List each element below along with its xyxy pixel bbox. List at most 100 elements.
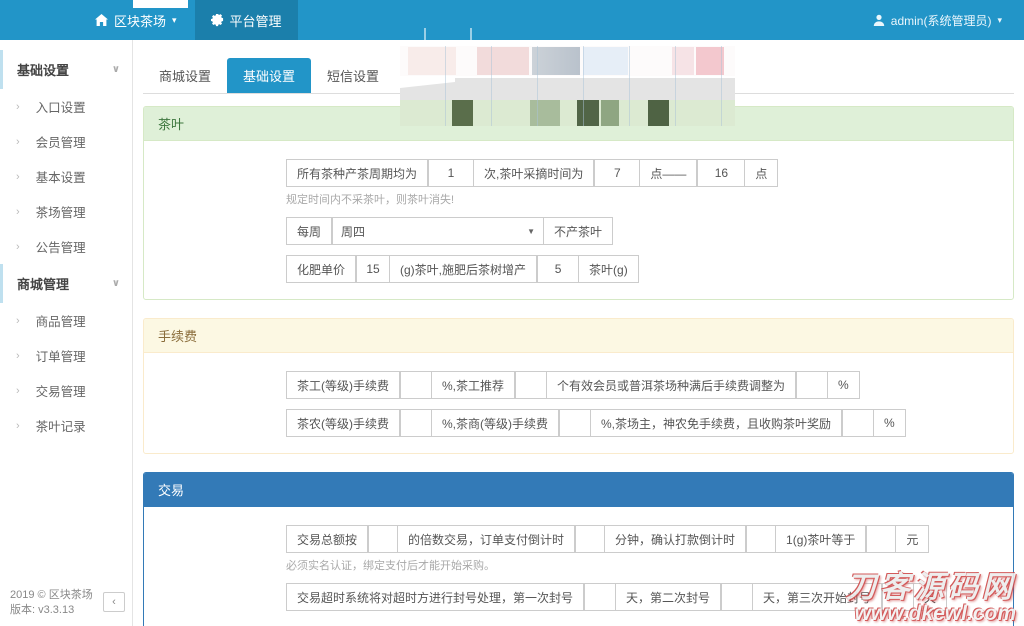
sidebar-item-order-management[interactable]: › 订单管理	[0, 338, 132, 373]
chevron-down-icon: ∨	[111, 278, 120, 289]
nav-item-platform[interactable]: 平台管理	[194, 0, 298, 40]
chevron-right-icon: ›	[16, 384, 20, 397]
owner-reward-label: %,茶场主，神农免手续费，且收购茶叶奖励	[591, 409, 843, 437]
fertilizer-price-input[interactable]	[356, 255, 391, 283]
weekly-label: 每周	[286, 217, 333, 245]
panel-tea: 茶叶 所有茶种产茶周期均为 次,茶叶采摘时间为 点—— 点 规定时间内不采茶叶，…	[143, 106, 1014, 300]
version-text: 版本: v3.3.13	[10, 604, 75, 616]
copyright-text: 2019 © 区块茶场	[10, 589, 93, 601]
fertilizer-price-label: 化肥单价	[286, 255, 357, 283]
user-icon	[873, 14, 885, 26]
tea-cycle-label: 所有茶种产茶周期均为	[286, 159, 429, 187]
sidebar-item-product-management[interactable]: › 商品管理	[0, 303, 132, 338]
sidebar-collapse-button[interactable]: ‹	[103, 592, 125, 612]
sidebar-item-announcement-management[interactable]: › 公告管理	[0, 229, 132, 264]
no-tea-day-select[interactable]: 周四 ▼	[332, 217, 545, 245]
trade-multiple-input[interactable]	[368, 525, 399, 553]
sidebar-item-label: 公告管理	[35, 241, 86, 255]
worker-fee-label: 茶工(等级)手续费	[286, 371, 400, 399]
merchant-fee-input[interactable]	[559, 409, 591, 437]
chevron-down-icon: ▾	[172, 14, 177, 25]
owner-reward-input[interactable]	[842, 409, 875, 437]
merchant-fee-label: %,茶商(等级)手续费	[432, 409, 559, 437]
chevron-right-icon: ›	[16, 240, 20, 253]
brand-label: 区块茶场	[114, 13, 167, 29]
gear-icon	[210, 13, 224, 27]
chevron-right-icon: ›	[16, 170, 20, 183]
trade-total-label: 交易总额按	[286, 525, 369, 553]
chevron-down-icon: ▾	[997, 14, 1002, 25]
tea-price-label: 1(g)茶叶等于	[776, 525, 867, 553]
tea-pick-dash-label: 点——	[640, 159, 698, 187]
settings-tabs: 商城设置 基础设置 短信设置	[143, 58, 1014, 94]
tab-sms-settings[interactable]: 短信设置	[311, 58, 395, 93]
worker-fee-input[interactable]	[400, 371, 432, 399]
sidebar-item-trade-management[interactable]: › 交易管理	[0, 373, 132, 408]
fertilizer-effect-label: (g)茶叶,施肥后茶树增产	[390, 255, 538, 283]
sidebar-item-label: 茶叶记录	[35, 420, 86, 434]
nav-item-platform-label: 平台管理	[229, 13, 282, 29]
ban-second-label: 天，第二次封号	[616, 583, 722, 611]
sidebar: 基础设置 ∨ › 入口设置 › 会员管理 › 基本设置 › 茶场管理 › 公告管…	[0, 40, 133, 626]
chevron-right-icon: ›	[16, 205, 20, 218]
sidebar-item-label: 交易管理	[35, 385, 86, 399]
sidebar-item-label: 商品管理	[35, 315, 86, 329]
chevron-right-icon: ›	[16, 100, 20, 113]
sidebar-item-label: 订单管理	[35, 350, 86, 364]
tea-pick-end-input[interactable]	[697, 159, 746, 187]
fee-adjust-input[interactable]	[796, 371, 829, 399]
no-tea-day-value: 周四	[341, 224, 366, 239]
tea-price-input[interactable]	[866, 525, 897, 553]
ban-rule-label: 交易超时系统将对超时方进行封号处理，第一次封号	[286, 583, 585, 611]
panel-tea-title: 茶叶	[144, 107, 1013, 141]
fee-adjust-label: 个有效会员或普洱茶场种满后手续费调整为	[547, 371, 797, 399]
panel-fee: 手续费 茶工(等级)手续费 %,茶工推荐 个有效会员或普洱茶场种满后手续费调整为…	[143, 318, 1014, 454]
tea-pick-time-label: 次,茶叶采摘时间为	[474, 159, 595, 187]
pay-countdown-label: 的倍数交易，订单支付倒计时	[398, 525, 576, 553]
chevron-right-icon: ›	[16, 419, 20, 432]
ban-days-3-input[interactable]	[882, 583, 915, 611]
sidebar-section-basic-settings[interactable]: 基础设置 ∨	[0, 50, 132, 89]
day-label: 天	[914, 583, 948, 611]
sidebar-item-member-management[interactable]: › 会员管理	[0, 124, 132, 159]
tea-hint: 规定时间内不采茶叶，则茶叶消失!	[286, 194, 455, 206]
tab-basic-settings[interactable]: 基础设置	[227, 58, 312, 93]
fertilizer-unit-label: 茶叶(g)	[579, 255, 639, 283]
farmer-fee-input[interactable]	[400, 409, 432, 437]
sidebar-section-mall-management[interactable]: 商城管理 ∨	[0, 264, 132, 303]
user-menu[interactable]: admin(系统管理员) ▾	[851, 0, 1024, 40]
fertilizer-gain-input[interactable]	[537, 255, 580, 283]
percent-label: %	[874, 409, 906, 437]
tea-pick-start-input[interactable]	[594, 159, 641, 187]
user-label: admin(系统管理员)	[890, 13, 992, 28]
sidebar-item-label: 茶场管理	[35, 206, 86, 220]
farmer-fee-label: 茶农(等级)手续费	[286, 409, 400, 437]
brand-menu[interactable]: 区块茶场 ▾	[0, 0, 195, 40]
confirm-countdown-label: 分钟，确认打款倒计时	[605, 525, 747, 553]
sidebar-footer: 2019 © 区块茶场 版本: v3.3.13	[10, 588, 93, 618]
tab-mall-settings[interactable]: 商城设置	[143, 58, 227, 93]
home-icon	[95, 14, 108, 26]
sidebar-item-teafarm-management[interactable]: › 茶场管理	[0, 194, 132, 229]
sidebar-item-entry-settings[interactable]: › 入口设置	[0, 89, 132, 124]
panel-trade: 交易 交易总额按 的倍数交易，订单支付倒计时 分钟，确认打款倒计时 1(g)茶叶…	[143, 472, 1014, 626]
yuan-label: 元	[896, 525, 930, 553]
sidebar-item-tea-records[interactable]: › 茶叶记录	[0, 408, 132, 443]
ban-days-2-input[interactable]	[721, 583, 754, 611]
ban-days-1-input[interactable]	[584, 583, 617, 611]
panel-fee-title: 手续费	[144, 319, 1013, 353]
sidebar-item-label: 入口设置	[35, 101, 86, 115]
panel-trade-title: 交易	[144, 473, 1013, 507]
worker-referral-count-input[interactable]	[515, 371, 548, 399]
tea-cycle-input[interactable]	[428, 159, 475, 187]
percent-label: %	[828, 371, 860, 399]
confirm-countdown-input[interactable]	[746, 525, 777, 553]
sidebar-item-basic-settings[interactable]: › 基本设置	[0, 159, 132, 194]
chevron-right-icon: ›	[16, 314, 20, 327]
pay-countdown-input[interactable]	[575, 525, 606, 553]
no-tea-label: 不产茶叶	[544, 217, 614, 245]
ban-third-label: 天，第三次开始封号	[753, 583, 883, 611]
sidebar-item-label: 会员管理	[35, 136, 86, 150]
trade-hint: 必须实名认证，绑定支付后才能开始采购。	[286, 560, 495, 572]
select-caret-icon: ▼	[527, 226, 536, 236]
